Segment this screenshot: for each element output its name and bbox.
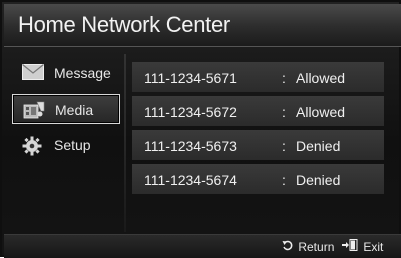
device-status: Allowed	[296, 104, 346, 120]
device-status: Denied	[296, 138, 341, 154]
device-number: 111-1234-5674	[144, 172, 237, 188]
return-button[interactable]: Return	[282, 239, 334, 254]
film-icon	[23, 101, 45, 119]
sidebar-item-label: Media	[55, 102, 94, 118]
sidebar-item-setup[interactable]: Setup	[12, 130, 120, 160]
device-number: 111-1234-5673	[144, 138, 237, 154]
device-number: 111-1234-5671	[144, 70, 237, 86]
gear-icon	[22, 136, 44, 156]
separator: :	[282, 70, 286, 86]
home-network-center-window: Home Network Center Message Media Setup …	[0, 0, 401, 258]
separator: :	[282, 172, 286, 188]
separator: :	[282, 104, 286, 120]
device-status: Denied	[296, 172, 341, 188]
device-status: Allowed	[296, 70, 346, 86]
device-row[interactable]: 111-1234-5673 : Denied	[132, 130, 384, 160]
return-label: Return	[298, 239, 335, 254]
exit-button[interactable]: Exit	[342, 239, 383, 254]
device-row[interactable]: 111-1234-5674 : Denied	[132, 164, 384, 194]
device-row[interactable]: 111-1234-5672 : Allowed	[132, 96, 384, 126]
sidebar-item-message[interactable]: Message	[12, 58, 120, 88]
device-row[interactable]: 111-1234-5671 : Allowed	[132, 62, 384, 92]
envelope-icon	[22, 64, 44, 82]
exit-door-icon	[342, 239, 358, 254]
footer-bar: Return Exit	[4, 234, 401, 258]
sidebar-item-label: Message	[54, 65, 111, 81]
sidebar: Message Media Setup	[10, 54, 122, 232]
divider	[124, 54, 126, 232]
page-title: Home Network Center	[18, 12, 230, 37]
exit-label: Exit	[363, 239, 384, 254]
separator: :	[282, 138, 286, 154]
sidebar-item-label: Setup	[54, 137, 91, 153]
return-arrow-icon	[282, 240, 293, 254]
sidebar-item-media[interactable]: Media	[12, 94, 120, 124]
device-number: 111-1234-5672	[144, 104, 237, 120]
title-bar: Home Network Center	[4, 4, 401, 47]
